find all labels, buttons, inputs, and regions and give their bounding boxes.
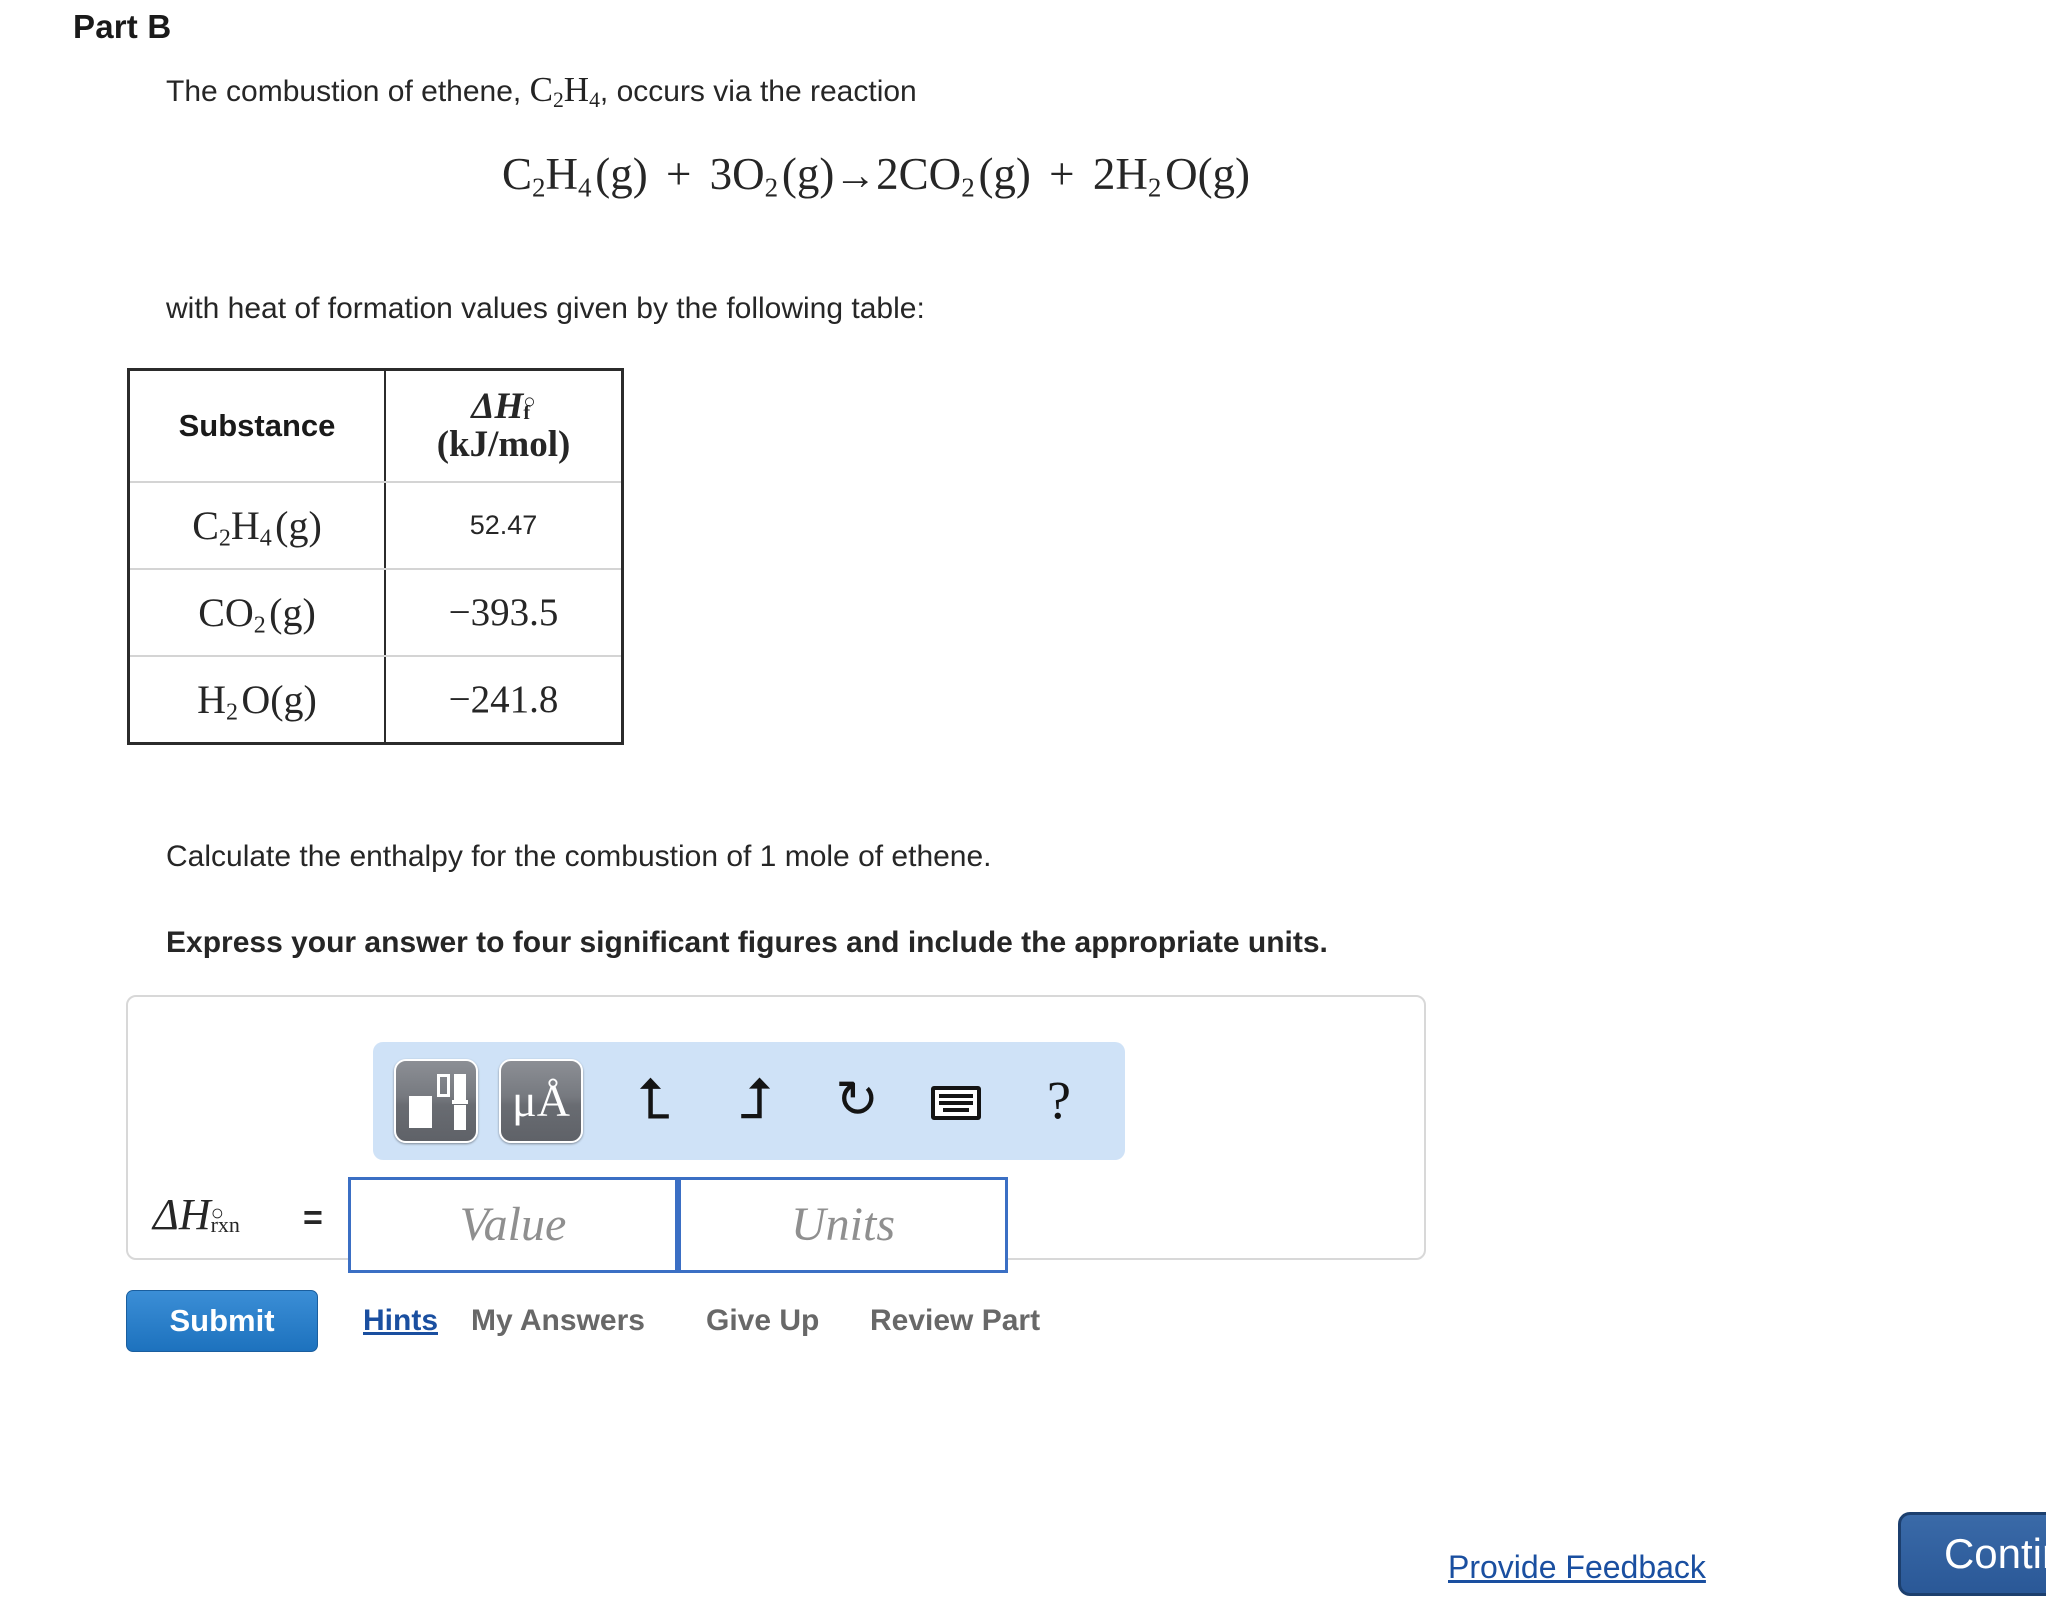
keyboard-glyph [931,1086,981,1120]
delta-h-units: (kJ/mol) [436,424,571,465]
column-header-substance: Substance [128,369,386,483]
column-header-delta-hf: ΔH ○ f (kJ/mol) [385,369,623,483]
hints-link[interactable]: Hints [363,1304,438,1338]
equation-product-2: 2H2 O(g) [1092,149,1251,203]
table-row: CO2 (g) −393.5 [128,569,623,657]
keyboard-icon[interactable] [925,1070,987,1132]
redo-icon[interactable]: ⮥ [725,1070,787,1132]
reaction-arrow-icon: → [834,153,877,199]
table-header-row: Substance ΔH ○ f (kJ/mol) [128,369,623,483]
template-icon[interactable] [394,1059,478,1143]
units-input[interactable]: Units [678,1177,1008,1273]
ethene-formula: C2H4 [529,70,600,113]
delta-h-symbol: ΔH [471,385,524,427]
provide-feedback-link[interactable]: Provide Feedback [1448,1549,1706,1586]
row-value-carbon-dioxide: −393.5 [385,569,623,657]
equals-sign: = [303,1199,323,1237]
give-up-link[interactable]: Give Up [706,1304,819,1338]
row-value-ethene: 52.47 [385,482,623,570]
equation-plus-1: + [665,149,692,199]
template-glyph [409,1074,468,1130]
submit-button[interactable]: Submit [126,1290,318,1352]
value-input[interactable]: Value [348,1177,678,1273]
equation-reactant-1: C2H4 (g) [501,149,648,203]
answer-entry-row: ΔH ○ rxn = Value Units [128,1177,1424,1277]
equation-product-1: 2CO2 (g) [876,149,1031,203]
table-row: H2 O(g) −241.8 [128,656,623,744]
delta-h-rxn-sub: rxn [210,1211,240,1237]
equation-reactant-2: 3O2 (g) [709,149,835,203]
calculate-instruction: Calculate the enthalpy for the combustio… [166,840,992,873]
reaction-equation: C2H4 (g) + 3O2 (g)→2CO2 (g) + 2H2 O(g) [166,148,1586,203]
review-part-link[interactable]: Review Part [870,1304,1040,1338]
units-button[interactable]: μÅ [499,1059,583,1143]
row-value-water: −241.8 [448,678,559,721]
intro-text-before: The combustion of ethene, [166,75,522,108]
table-row: C2H4 (g) 52.47 [128,482,623,570]
intro-sentence: The combustion of ethene, C2H4, occurs v… [166,68,917,112]
my-answers-link[interactable]: My Answers [471,1304,645,1338]
intro-text-after: , occurs via the reaction [599,75,917,108]
math-toolbar: μÅ ⮤ ⮥ ↻ ? [373,1042,1125,1160]
row-substance-carbon-dioxide: CO2 (g) [128,569,386,657]
table-lead-text: with heat of formation values given by t… [166,292,925,325]
row-substance-ethene: C2H4 (g) [128,482,386,570]
help-icon[interactable]: ? [1028,1070,1090,1132]
answer-panel: μÅ ⮤ ⮥ ↻ ? ΔH ○ rxn = Value Units [126,995,1426,1273]
page-title: Part B [73,8,172,45]
continue-button[interactable]: Continue [1898,1512,2046,1596]
heat-of-formation-table: Substance ΔH ○ f (kJ/mol) C2H4 (g) 52.47 [127,368,624,745]
reset-icon[interactable]: ↻ [826,1070,888,1132]
significant-figures-instruction: Express your answer to four significant … [166,926,1328,959]
delta-h-rxn-symbol: ΔH [153,1190,211,1239]
equation-plus-2: + [1049,149,1075,199]
row-substance-water: H2 O(g) [128,656,386,744]
delta-h-rxn-label: ΔH ○ rxn [153,1189,240,1240]
undo-icon[interactable]: ⮤ [623,1070,685,1132]
